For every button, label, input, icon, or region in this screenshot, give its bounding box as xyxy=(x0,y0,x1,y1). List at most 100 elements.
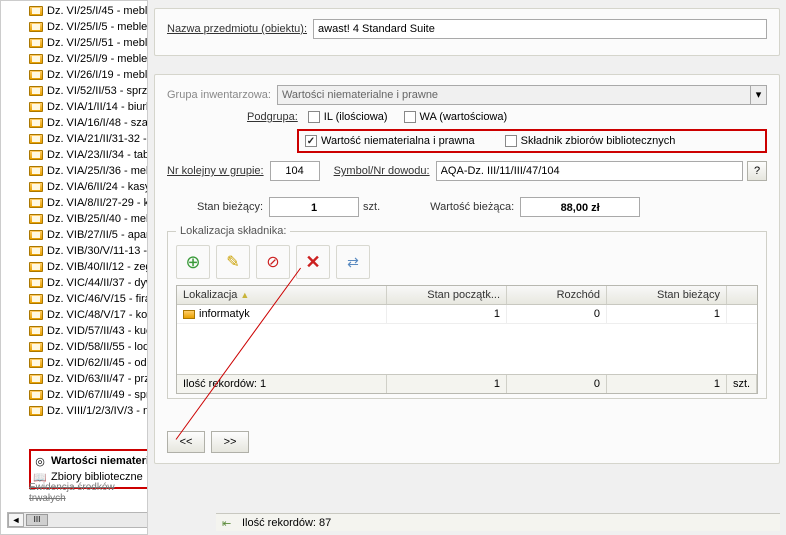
book-icon xyxy=(29,102,43,112)
tree-item[interactable]: Dz. VI/25/I/5 - meble bi xyxy=(29,19,147,35)
next-record-button[interactable]: >> xyxy=(211,431,249,453)
tree-item[interactable]: Dz. VI/26/I/19 - meble b xyxy=(29,67,147,83)
localization-fieldset: Lokalizacja składnika: ⊕ ✎ ⊘ ✕ ⇄ Lokaliz… xyxy=(167,225,767,399)
book-icon xyxy=(29,214,43,224)
symbol-input[interactable] xyxy=(436,161,743,181)
book-icon xyxy=(29,38,43,48)
book-icon xyxy=(29,342,43,352)
checkbox-box-icon xyxy=(308,111,320,123)
table-row[interactable]: informatyk 1 0 1 xyxy=(177,305,757,324)
transfer-icon: ⇄ xyxy=(347,254,359,271)
book-icon xyxy=(29,70,43,80)
status-bar: ⇤ Ilość rekordów: 87 xyxy=(216,513,780,531)
tree-item[interactable]: Dz. VI/25/I/45 - meble xyxy=(29,3,147,19)
book-icon xyxy=(29,390,43,400)
book-icon xyxy=(29,86,43,96)
folder-icon xyxy=(183,310,195,319)
symbol-label: Symbol/Nr dowodu: xyxy=(334,165,430,177)
inventory-group-label: Grupa inwentarzowa: xyxy=(167,89,271,101)
delete-button[interactable]: ✕ xyxy=(296,245,330,279)
sidebar-item-wartosci-niematerialne[interactable]: ◎ Wartości niematerialne xyxy=(33,453,148,469)
current-state-value: 1 xyxy=(269,197,359,217)
tree-item[interactable]: Dz. VIB/30/V/11-13 - m xyxy=(29,243,147,259)
tree-item[interactable]: Dz. VI/52/II/53 - sprzęt xyxy=(29,83,147,99)
edit-button[interactable]: ✎ xyxy=(216,245,250,279)
checkbox-wa[interactable]: WA (wartościowa) xyxy=(404,111,508,123)
tree-item[interactable]: Dz. VID/58/II/55 - lodów xyxy=(29,339,147,355)
page-forbidden-icon: ⊘ xyxy=(266,252,279,272)
table-footer: Ilość rekordów: 1 1 0 1 szt. xyxy=(177,374,757,393)
scroll-thumb[interactable]: III xyxy=(26,514,48,526)
group-number-input[interactable] xyxy=(270,161,320,181)
group-number-label: Nr kolejny w grupie: xyxy=(167,165,264,177)
tree-item[interactable]: Dz. VIII/1/2/3/IV/3 - nc xyxy=(29,403,147,419)
book-icon xyxy=(29,294,43,304)
tree-item[interactable]: Dz. VIB/27/II/5 - aparat xyxy=(29,227,147,243)
tree-item[interactable]: Dz. VIC/44/II/37 - dywa xyxy=(29,275,147,291)
page-plus-icon: ⊕ xyxy=(185,252,200,273)
book-icon xyxy=(29,54,43,64)
col-stan-poczatkowy[interactable]: Stan początk... xyxy=(387,286,507,304)
col-rozchod[interactable]: Rozchód xyxy=(507,286,607,304)
pencil-icon: ✎ xyxy=(226,252,239,272)
book-icon xyxy=(29,262,43,272)
scroll-left-button[interactable]: ◄ xyxy=(8,513,24,527)
book-icon xyxy=(29,182,43,192)
tree-item[interactable]: Dz. VIA/21/II/31-32 - st xyxy=(29,131,147,147)
book-icon xyxy=(29,310,43,320)
tree-item[interactable]: Dz. VIB/25/I/40 - meble xyxy=(29,211,147,227)
dropdown-icon[interactable]: ▾ xyxy=(751,85,767,105)
tree-item[interactable]: Dz. VIA/8/II/27-29 - krz xyxy=(29,195,147,211)
tree-item[interactable]: Dz. VIA/1/II/14 - biurka xyxy=(29,99,147,115)
intangible-icon: ◎ xyxy=(33,454,47,468)
current-state-label: Stan bieżący: xyxy=(197,201,263,213)
record-count-label: Ilość rekordów: 87 xyxy=(242,517,331,529)
current-value-label: Wartość bieżąca: xyxy=(430,201,514,213)
col-stan-biezacy[interactable]: Stan bieżący xyxy=(607,286,727,304)
col-lokalizacja[interactable]: Lokalizacja▲ xyxy=(177,286,387,304)
tree-item[interactable]: Dz. VIA/6/II/24 - kasy, l xyxy=(29,179,147,195)
tree-item[interactable]: Dz. VIA/16/I/48 - szafy xyxy=(29,115,147,131)
help-button[interactable]: ? xyxy=(747,161,767,181)
current-value-amount: 88,00 zł xyxy=(520,197,640,217)
tree-item[interactable]: Dz. VIB/40/II/12 - zega xyxy=(29,259,147,275)
checkbox-wartosc-niematerialna[interactable]: ✓ Wartość niematerialna i prawna xyxy=(305,135,475,147)
transfer-button[interactable]: ⇄ xyxy=(336,245,370,279)
tree-item[interactable]: Dz. VI/25/I/51 - meble xyxy=(29,35,147,51)
book-icon xyxy=(29,246,43,256)
tree-item[interactable]: Dz. VIC/46/V/15 - firank xyxy=(29,291,147,307)
tree-item[interactable]: Dz. VID/57/II/43 - kuch xyxy=(29,323,147,339)
checkbox-il[interactable]: IL (ilościowa) xyxy=(308,111,388,123)
tree-item[interactable]: Dz. VIC/48/V/17 - kotar xyxy=(29,307,147,323)
highlighted-checkbox-row: ✓ Wartość niematerialna i prawna Składni… xyxy=(297,129,767,153)
tree-item[interactable]: Dz. VID/62/II/45 - odku xyxy=(29,355,147,371)
tree-item[interactable]: Dz. VID/63/II/47 - prze xyxy=(29,371,147,387)
add-button[interactable]: ⊕ xyxy=(176,245,210,279)
tree-item[interactable]: Dz. VIA/23/II/34 - tablic xyxy=(29,147,147,163)
tree-item[interactable]: Dz. VI/25/I/9 - meble bi xyxy=(29,51,147,67)
tree-item[interactable]: Dz. VID/67/II/49 - sprze xyxy=(29,387,147,403)
tree-item[interactable]: Dz. VIA/25/I/36 - meble xyxy=(29,163,147,179)
sort-asc-icon: ▲ xyxy=(240,290,249,300)
book-icon xyxy=(29,150,43,160)
book-icon xyxy=(29,6,43,16)
localization-legend: Lokalizacja składnika: xyxy=(176,225,290,237)
prev-record-button[interactable]: << xyxy=(167,431,205,453)
object-name-input[interactable] xyxy=(313,19,767,39)
book-icon xyxy=(29,166,43,176)
book-icon xyxy=(29,198,43,208)
disable-button[interactable]: ⊘ xyxy=(256,245,290,279)
sidebar-tree: Dz. VI/25/I/45 - mebleDz. VI/25/I/5 - me… xyxy=(0,0,148,535)
main-panel: Nazwa przedmiotu (obiektu): Grupa inwent… xyxy=(148,0,786,535)
book-icon xyxy=(29,22,43,32)
checkbox-box-icon xyxy=(505,135,517,147)
book-icon xyxy=(29,374,43,384)
horizontal-scrollbar[interactable]: ◄ III ► xyxy=(7,512,148,528)
book-icon xyxy=(29,406,43,416)
inventory-group-select[interactable] xyxy=(277,85,751,105)
book-icon xyxy=(29,230,43,240)
object-name-label: Nazwa przedmiotu (obiektu): xyxy=(167,23,307,35)
first-record-icon[interactable]: ⇤ xyxy=(222,517,234,529)
checkbox-skladnik-zbiorow[interactable]: Składnik zbiorów bibliotecznych xyxy=(505,135,676,147)
book-icon xyxy=(29,278,43,288)
